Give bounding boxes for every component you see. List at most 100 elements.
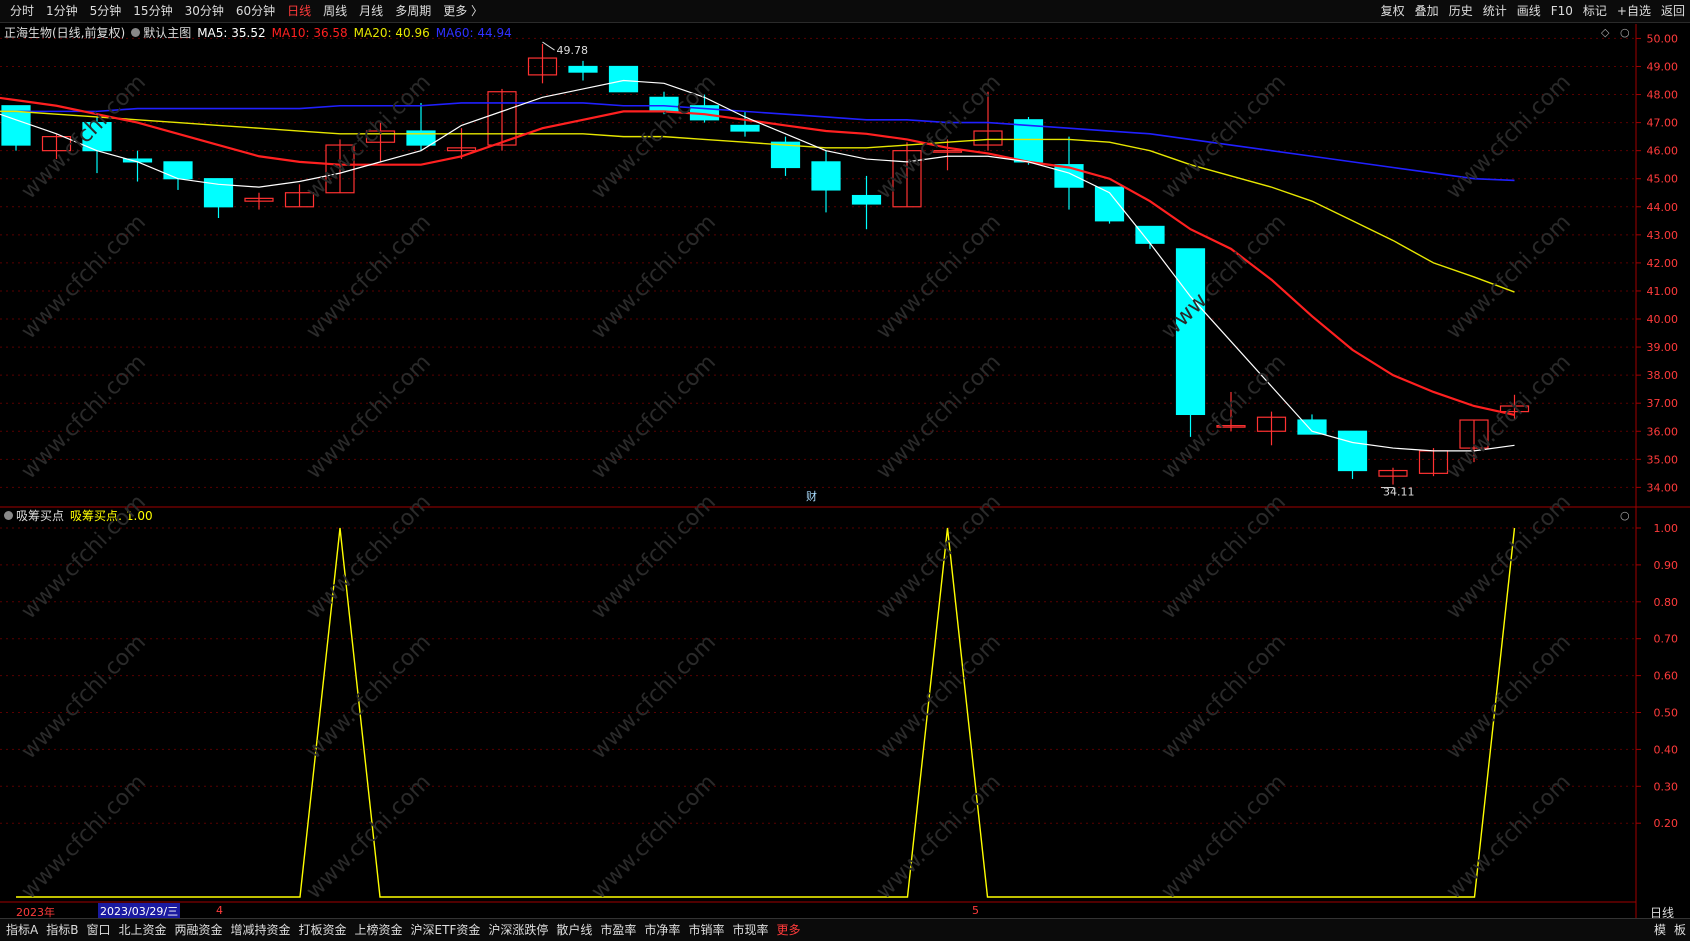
date-axis: 2023年 2023/03/29/三 4 5 [0, 903, 1636, 919]
template-button-0[interactable]: 模 [1650, 919, 1670, 941]
candle-up [932, 150, 963, 153]
watermark: www.cfchi.com [302, 350, 436, 484]
ma5-line [0, 79, 1515, 452]
watermark: www.cfchi.com [1442, 490, 1576, 624]
circle-icon[interactable]: ○ [1620, 26, 1630, 39]
tab-indicator-3[interactable]: 北上资金 [114, 919, 170, 941]
watermark: www.cfchi.com [1442, 630, 1576, 764]
toolbar-button-1[interactable]: 叠加 [1410, 0, 1444, 22]
price-tick-label: 47.00 [1647, 117, 1679, 130]
watermark: www.cfchi.com [302, 210, 436, 344]
tab-indicator-0[interactable]: 指标A [2, 919, 42, 941]
toolbar-button-2[interactable]: 历史 [1444, 0, 1478, 22]
price-tick-label: 46.00 [1647, 145, 1679, 158]
tab-period-4[interactable]: 30分钟 [179, 0, 230, 22]
tab-indicator-11[interactable]: 市盈率 [596, 919, 640, 941]
tab-indicator-8[interactable]: 沪深ETF资金 [407, 919, 485, 941]
candle-down [851, 194, 882, 205]
tab-period-2[interactable]: 5分钟 [84, 0, 128, 22]
toolbar-button-6[interactable]: 标记 [1578, 0, 1612, 22]
price-chart[interactable]: 50.00 49.00 48.00 47.00 46.00 45.00 44.00 43.00… [0, 0, 1690, 941]
tab-indicator-7[interactable]: 上榜资金 [351, 919, 407, 941]
candle-down [1054, 164, 1084, 188]
main-chart-selector[interactable]: 默认主图 [131, 24, 191, 41]
price-tick-label: 34.00 [1647, 481, 1679, 494]
candle-up [284, 192, 315, 208]
indicator-legend: 吸筹买点 吸筹买点: 1.00 [4, 507, 153, 524]
price-tick-label: 43.00 [1647, 229, 1679, 242]
tab-period-5[interactable]: 60分钟 [230, 0, 281, 22]
watermark: www.cfchi.com [872, 70, 1006, 204]
candle-down [122, 158, 153, 163]
watermark: www.cfchi.com [587, 70, 721, 204]
high-marker-arrow [542, 41, 555, 51]
watermark: www.cfchi.com [872, 630, 1006, 764]
toolbar-button-0[interactable]: 复权 [1376, 0, 1410, 22]
tab-indicator-15[interactable]: 更多 [772, 919, 804, 941]
candle-down [1013, 119, 1044, 163]
indicator-tick-label: 0.30 [1654, 780, 1679, 793]
toolbar-button-8[interactable]: 返回 [1656, 0, 1690, 22]
tab-period-3[interactable]: 15分钟 [127, 0, 178, 22]
toolbar-button-5[interactable]: F10 [1546, 0, 1578, 22]
watermark: www.cfchi.com [1157, 490, 1291, 624]
watermark: www.cfchi.com [1442, 70, 1576, 204]
period-tabs: 分时 1分钟 5分钟 15分钟 30分钟 60分钟 日线 周线 月线 多周期 更多 〉 [4, 0, 489, 22]
price-tick-label: 36.00 [1647, 425, 1679, 438]
tab-indicator-14[interactable]: 市现率 [728, 919, 772, 941]
tab-indicator-5[interactable]: 增减持资金 [227, 919, 295, 941]
tab-indicator-10[interactable]: 散户线 [552, 919, 596, 941]
candle-up [1418, 450, 1449, 474]
tab-period-1[interactable]: 1分钟 [40, 0, 84, 22]
settings-dot-icon [4, 511, 13, 520]
toolbar-button-3[interactable]: 统计 [1478, 0, 1512, 22]
candle-up [244, 197, 274, 202]
top-right-toolbar: 复权 叠加 历史 统计 画线 F10 标记 +自选 返回 [1376, 0, 1690, 22]
tab-period-7[interactable]: 周线 [317, 0, 353, 22]
tab-indicator-6[interactable]: 打板资金 [295, 919, 351, 941]
indicator-tick-label: 1.00 [1654, 522, 1679, 535]
tab-indicator-13[interactable]: 市销率 [684, 919, 728, 941]
tab-indicator-4[interactable]: 两融资金 [170, 919, 226, 941]
circle-icon[interactable]: ○ [1620, 509, 1630, 522]
price-tick-label: 44.00 [1647, 201, 1679, 214]
candle-down [1, 105, 31, 146]
high-marker-label: 49.78 [557, 44, 589, 57]
candle-up [1459, 419, 1489, 449]
tab-indicator-2[interactable]: 窗口 [82, 919, 114, 941]
period-toolbar: 分时 1分钟 5分钟 15分钟 30分钟 60分钟 日线 周线 月线 多周期 更多 〉 复权 叠加 历史… [0, 0, 1690, 23]
toolbar-button-4[interactable]: 画线 [1512, 0, 1546, 22]
candle-down [203, 178, 234, 208]
watermark: www.cfchi.com [302, 490, 436, 624]
candle-up [487, 91, 517, 146]
indicator-selector[interactable]: 吸筹买点 [4, 507, 64, 524]
tab-indicator-1[interactable]: 指标B [42, 919, 82, 941]
toolbar-button-7[interactable]: +自选 [1612, 0, 1656, 22]
template-button-1[interactable]: 板 [1670, 919, 1690, 941]
price-tick-label: 50.00 [1647, 32, 1679, 45]
tab-period-10[interactable]: 更多 〉 [437, 0, 489, 22]
watermark: www.cfchi.com [17, 70, 151, 204]
candle-up [1378, 469, 1408, 477]
watermark: www.cfchi.com [872, 490, 1006, 624]
candle-down [1297, 419, 1327, 435]
candle-down [770, 141, 801, 169]
candle-down [1337, 430, 1368, 472]
diamond-icon[interactable]: ◇ [1601, 26, 1609, 39]
tab-period-9[interactable]: 多周期 [389, 0, 437, 22]
tab-period-8[interactable]: 月线 [353, 0, 389, 22]
candle-up [973, 130, 1003, 146]
watermark: www.cfchi.com [1442, 210, 1576, 344]
candle-up [1216, 425, 1246, 428]
ma10-value: MA10: 36.58 [271, 25, 348, 40]
low-marker-label: 34.11 [1383, 486, 1415, 499]
tab-period-0[interactable]: 分时 [4, 0, 40, 22]
tab-indicator-9[interactable]: 沪深涨跌停 [484, 919, 552, 941]
tab-period-6[interactable]: 日线 [281, 0, 317, 22]
candle-down [1175, 248, 1206, 416]
candle-down [730, 124, 760, 132]
price-tick-label: 41.00 [1647, 285, 1679, 298]
candle-up [892, 150, 922, 208]
watermark: www.cfchi.com [17, 210, 151, 344]
tab-indicator-12[interactable]: 市净率 [640, 919, 684, 941]
